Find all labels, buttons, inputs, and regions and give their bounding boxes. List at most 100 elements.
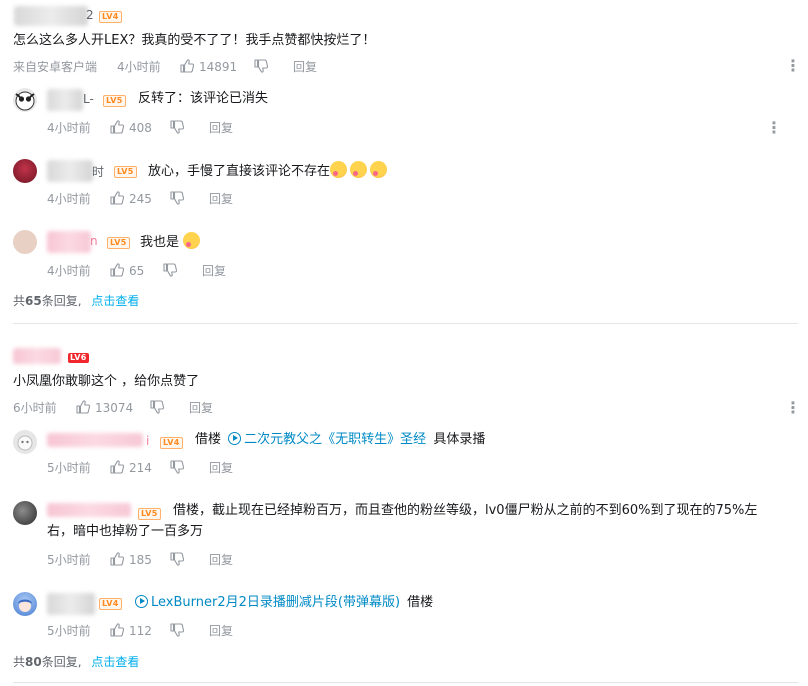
view-more-link[interactable]: 点击查看	[91, 294, 139, 308]
avatar[interactable]	[13, 159, 37, 183]
play-circle-icon	[135, 595, 148, 608]
avatar[interactable]	[13, 230, 37, 254]
level-badge: LV5	[114, 166, 137, 178]
reply-text: 借楼 二次元教父之《无职转生》圣经 具体录播	[195, 430, 485, 450]
avatar[interactable]	[13, 501, 37, 525]
summary-suffix: 条回复,	[41, 655, 82, 669]
comment-time: 6小时前	[13, 401, 57, 415]
level-badge: LV4	[99, 598, 122, 610]
thumbs-up-icon[interactable]	[109, 622, 125, 638]
level-badge: LV4	[160, 437, 183, 449]
reply-button[interactable]: 回复	[293, 59, 317, 75]
reply-button[interactable]: 回复	[209, 460, 233, 476]
like-count: 14891	[199, 60, 238, 74]
like-count: 245	[129, 192, 152, 206]
reply-suffix: 借楼	[407, 595, 434, 610]
video-link[interactable]: 二次元教父之《无职转生》圣经	[228, 432, 426, 447]
level-badge: LV4	[99, 11, 122, 23]
view-more-link[interactable]: 点击查看	[91, 655, 139, 669]
thumbs-up-icon[interactable]	[109, 190, 125, 206]
comment-text: 怎么这么多人开LEX？我真的受不了了！我手点赞都快按烂了！	[13, 33, 376, 48]
thumbs-down-icon[interactable]	[169, 459, 185, 475]
video-link-title[interactable]: LexBurner2月2日录播删减片段(带弹幕版)	[151, 595, 400, 610]
reply-text-line-1: 借楼，截止现在已经掉粉百万，而且查他的粉丝等级，lv0僵尸粉从之前的不到60%到…	[173, 503, 758, 518]
emoji-face-icon	[330, 161, 348, 178]
reply-text: 放心，手慢了直接该评论不存在	[148, 161, 390, 182]
summary-prefix: 共	[13, 294, 26, 308]
like-count: 408	[129, 121, 152, 135]
username-suffix[interactable]: 时	[92, 163, 104, 180]
reply-button[interactable]: 回复	[209, 120, 233, 136]
reply-text: 我也是	[140, 232, 203, 253]
like-count: 13074	[95, 401, 134, 415]
thumbs-down-icon[interactable]	[169, 119, 185, 135]
thumbs-down-icon[interactable]	[253, 58, 269, 74]
thumbs-up-icon[interactable]	[179, 58, 195, 74]
like-count: 65	[129, 264, 145, 278]
thumbs-down-icon[interactable]	[169, 622, 185, 638]
reply-text-content: 放心，手慢了直接该评论不存在	[148, 164, 331, 179]
reply-button[interactable]: 回复	[189, 400, 213, 416]
username-blurred[interactable]	[47, 231, 91, 253]
thumbs-up-icon[interactable]	[109, 262, 125, 278]
client-source: 来自安卓客户端	[13, 60, 98, 74]
thumbs-down-icon[interactable]	[169, 190, 185, 206]
reply-suffix: 具体录播	[433, 432, 486, 447]
divider	[13, 682, 798, 683]
kebab-menu-icon[interactable]: ⋮	[785, 58, 801, 74]
like-count: 112	[129, 624, 152, 638]
kebab-menu-icon[interactable]: ⋮	[766, 120, 782, 136]
summary-count: 65	[25, 294, 42, 308]
summary-prefix: 共	[13, 655, 26, 669]
play-circle-icon	[228, 432, 242, 445]
reply-time: 5小时前	[47, 461, 91, 475]
reply-button[interactable]: 回复	[202, 263, 226, 279]
reply-button[interactable]: 回复	[209, 191, 233, 207]
username-blurred[interactable]	[47, 503, 131, 517]
comment-text: 小凤凰你敢聊这个 ，给你点赞了	[13, 374, 200, 389]
username-suffix[interactable]: 2	[86, 8, 94, 22]
avatar[interactable]	[13, 430, 37, 454]
reply-time: 4小时前	[47, 192, 91, 206]
summary-count: 80	[25, 655, 42, 669]
level-badge: LV5	[138, 508, 161, 520]
thumbs-up-icon[interactable]	[109, 551, 125, 567]
thumbs-down-icon[interactable]	[162, 262, 178, 278]
reply-time: 4小时前	[47, 121, 91, 135]
thumbs-down-icon[interactable]	[149, 399, 165, 415]
reply-text-content: 我也是	[140, 235, 180, 250]
avatar[interactable]	[13, 88, 37, 112]
avatar[interactable]	[13, 592, 37, 616]
emoji-face-icon	[350, 161, 368, 178]
reply-button[interactable]: 回复	[209, 552, 233, 568]
username-blurred[interactable]	[47, 160, 93, 182]
username-blurred[interactable]	[13, 348, 61, 364]
emoji-face-icon	[370, 161, 388, 178]
username-blurred[interactable]	[47, 89, 83, 111]
reply-time: 4小时前	[47, 264, 91, 278]
thumbs-up-icon[interactable]	[109, 459, 125, 475]
level-badge: LV5	[103, 95, 126, 107]
thumbs-up-icon[interactable]	[75, 399, 91, 415]
comment-time: 4小时前	[117, 60, 161, 74]
thumbs-down-icon[interactable]	[169, 551, 185, 567]
reply-prefix: 借楼	[195, 432, 222, 447]
username-blurred[interactable]	[47, 433, 143, 447]
reply-button[interactable]: 回复	[209, 623, 233, 639]
username-blurred[interactable]	[47, 593, 95, 615]
username-suffix[interactable]: i	[146, 434, 149, 448]
username-blurred[interactable]	[14, 6, 88, 26]
reply-time: 5小时前	[47, 624, 91, 638]
thumbs-up-icon[interactable]	[109, 119, 125, 135]
username-suffix[interactable]: L-	[83, 92, 94, 106]
like-count: 214	[129, 461, 152, 475]
kebab-menu-icon[interactable]: ⋮	[785, 400, 801, 416]
reply-time: 5小时前	[47, 553, 91, 567]
reply-summary: 共80条回复, 点击查看	[13, 654, 139, 670]
video-link-title[interactable]: 二次元教父之《无职转生》圣经	[244, 432, 426, 447]
video-link[interactable]: LexBurner2月2日录播删减片段(带弹幕版)	[135, 595, 400, 610]
level-badge: LV6	[68, 353, 89, 363]
reply-text-line-2: 右，暗中也掉粉了一百多万	[47, 524, 204, 539]
reply-text: LexBurner2月2日录播删减片段(带弹幕版) 借楼	[135, 593, 433, 613]
username-suffix[interactable]: n	[90, 234, 98, 248]
